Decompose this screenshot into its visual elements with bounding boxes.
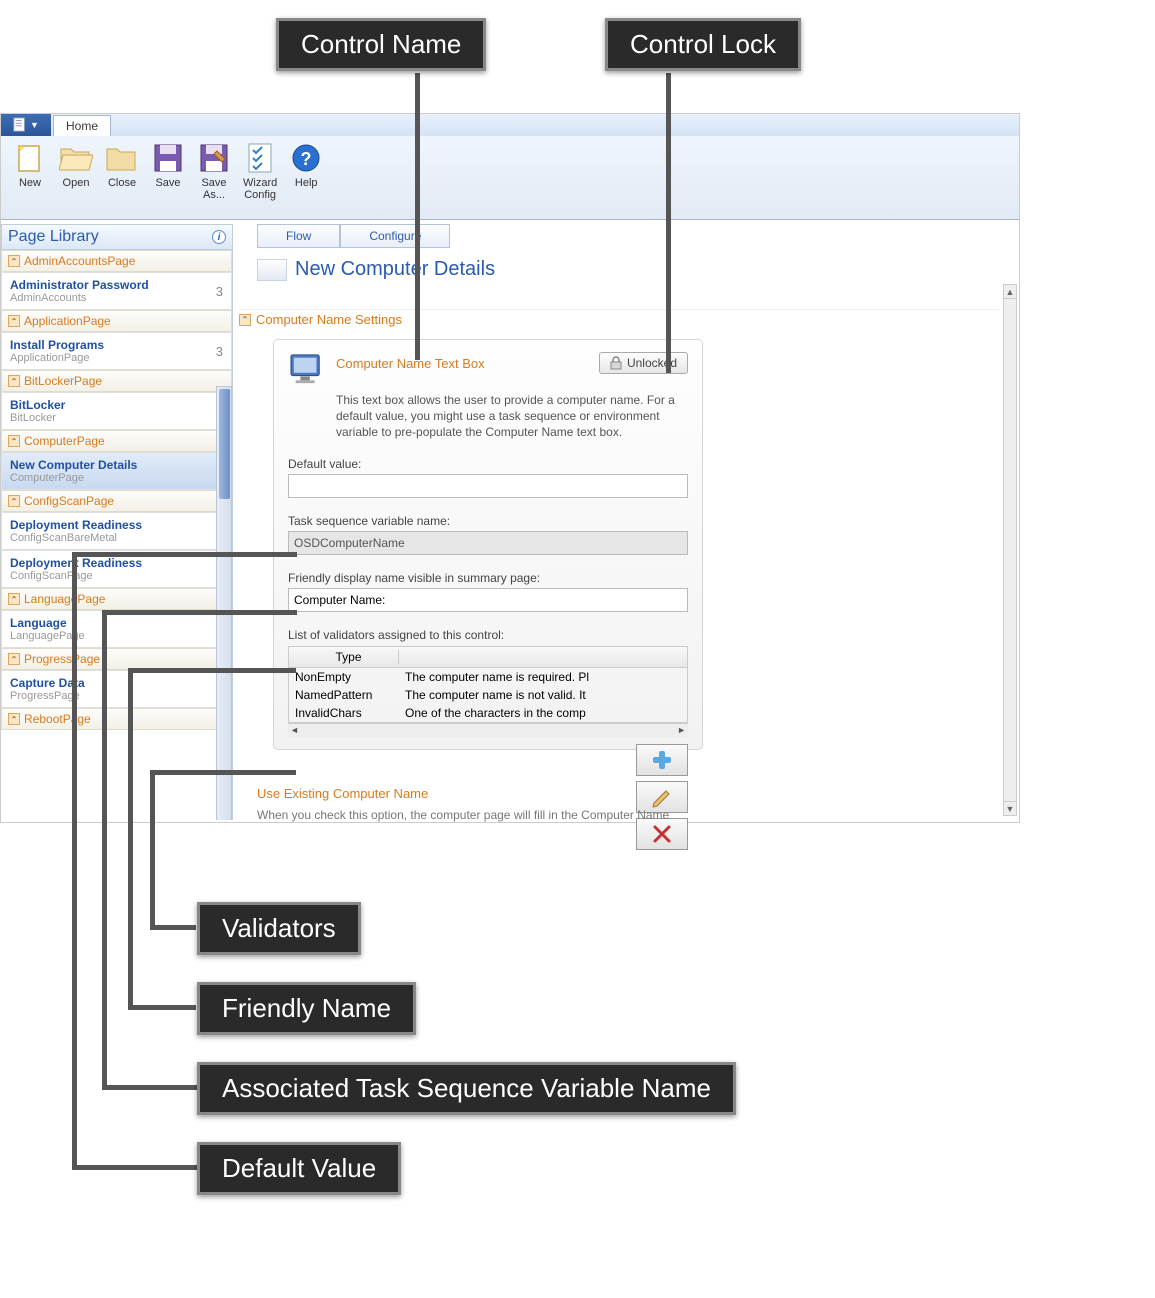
page-title-block: New Computer Details <box>257 258 495 281</box>
callout-validators: Validators <box>197 902 361 955</box>
use-existing-title: Use Existing Computer Name <box>257 786 428 801</box>
library-group-header[interactable]: ⌃AdminAccountsPage <box>1 250 232 272</box>
collapse-icon: ⌃ <box>8 255 20 267</box>
use-existing-desc: When you check this option, the computer… <box>257 808 669 822</box>
app-menu-button[interactable]: ▼ <box>1 114 51 136</box>
save-as-button[interactable]: Save As... <box>191 139 237 219</box>
control-description: This text box allows the user to provide… <box>336 392 688 441</box>
tab-home[interactable]: Home <box>53 115 111 136</box>
collapse-icon: ⌃ <box>8 653 20 665</box>
add-validator-button[interactable] <box>636 744 688 776</box>
page-icon <box>257 259 287 281</box>
callout-default-value: Default Value <box>197 1142 401 1195</box>
collapse-icon: ⌃ <box>8 713 20 725</box>
library-group-header[interactable]: ⌃ApplicationPage <box>1 310 232 332</box>
tab-flow[interactable]: Flow <box>257 224 340 248</box>
ts-variable-label: Task sequence variable name: <box>288 514 688 528</box>
default-value-input[interactable] <box>288 474 688 498</box>
library-group-header[interactable]: ⌃ConfigScanPage <box>1 490 232 512</box>
callout-control-lock: Control Lock <box>605 18 801 71</box>
info-icon[interactable]: i <box>212 230 226 244</box>
plus-icon <box>651 749 673 771</box>
control-title: Computer Name Text Box <box>336 356 485 371</box>
page-title: New Computer Details <box>295 258 495 281</box>
library-entry[interactable]: Capture DataProgressPage1 <box>1 670 232 708</box>
x-icon <box>652 824 672 844</box>
open-button[interactable]: Open <box>53 139 99 219</box>
new-button[interactable]: New <box>7 139 53 219</box>
friendly-name-input[interactable] <box>288 588 688 612</box>
monitor-icon <box>288 352 326 386</box>
library-entry[interactable]: LanguageLanguagePage3 <box>1 610 232 648</box>
sidebar: ⌃AdminAccountsPageAdministrator Password… <box>1 250 233 820</box>
close-button[interactable]: Close <box>99 139 145 219</box>
validators-label: List of validators assigned to this cont… <box>288 628 688 642</box>
library-entry[interactable]: BitLockerBitLocker2 <box>1 392 232 430</box>
wizard-config-button[interactable]: Wizard Config <box>237 139 283 219</box>
section-header[interactable]: ⌃ Computer Name Settings <box>239 309 999 327</box>
lock-button[interactable]: Unlocked <box>599 352 688 374</box>
collapse-icon: ⌃ <box>8 495 20 507</box>
collapse-icon: ⌃ <box>8 315 20 327</box>
ribbon: New Open Close Save Save As... Wizard Co… <box>1 136 1019 220</box>
library-entry[interactable]: Deployment ReadinessConfigScanBareMetal2 <box>1 512 232 550</box>
friendly-name-label: Friendly display name visible in summary… <box>288 571 688 585</box>
sidebar-scrollbar[interactable] <box>216 386 232 820</box>
dropdown-icon: ▼ <box>30 120 39 130</box>
svg-text:?: ? <box>301 149 312 169</box>
library-group-header[interactable]: ⌃ComputerPage <box>1 430 232 452</box>
main-scrollbar[interactable]: ▲▼ <box>1003 284 1017 816</box>
validators-list[interactable]: NonEmptyThe computer name is required. P… <box>288 668 688 723</box>
main-window: ▼ Home New Open Close Save Save As... Wi… <box>0 113 1020 823</box>
validator-row[interactable]: InvalidCharsOne of the characters in the… <box>289 704 687 722</box>
delete-validator-button[interactable] <box>636 818 688 850</box>
tab-configure[interactable]: Configure <box>340 224 450 248</box>
library-entry[interactable]: Administrator PasswordAdminAccounts3 <box>1 272 232 310</box>
callout-friendly-name: Friendly Name <box>197 982 416 1035</box>
validators-scrollbar[interactable]: ◄► <box>288 723 688 737</box>
library-group-header[interactable]: ⌃LanguagePage <box>1 588 232 610</box>
control-panel: Computer Name Text Box Unlocked This tex… <box>273 339 703 750</box>
library-entry[interactable]: New Computer DetailsComputerPage3 <box>1 452 232 490</box>
library-group-header[interactable]: ⌃ProgressPage <box>1 648 232 670</box>
collapse-icon: ⌃ <box>239 314 251 326</box>
titlebar: ▼ Home <box>1 114 1019 136</box>
collapse-icon: ⌃ <box>8 375 20 387</box>
library-group-header[interactable]: ⌃BitLockerPage <box>1 370 232 392</box>
callout-ts-variable: Associated Task Sequence Variable Name <box>197 1062 736 1115</box>
library-group-header[interactable]: ⌃RebootPage <box>1 708 232 730</box>
ts-variable-input[interactable] <box>288 531 688 555</box>
validator-row[interactable]: NamedPatternThe computer name is not val… <box>289 686 687 704</box>
save-button[interactable]: Save <box>145 139 191 219</box>
default-value-label: Default value: <box>288 457 688 471</box>
page-library-header: Page Library i <box>1 224 233 250</box>
lock-icon <box>610 356 622 370</box>
help-button[interactable]: ? Help <box>283 139 329 219</box>
collapse-icon: ⌃ <box>8 435 20 447</box>
callout-control-name: Control Name <box>276 18 486 71</box>
collapse-icon: ⌃ <box>8 593 20 605</box>
validators-table-header: Type <box>288 646 688 668</box>
pencil-icon <box>651 786 673 808</box>
mid-tabs: Flow Configure <box>257 224 450 248</box>
library-entry[interactable]: Install ProgramsApplicationPage3 <box>1 332 232 370</box>
validator-row[interactable]: NonEmptyThe computer name is required. P… <box>289 668 687 686</box>
